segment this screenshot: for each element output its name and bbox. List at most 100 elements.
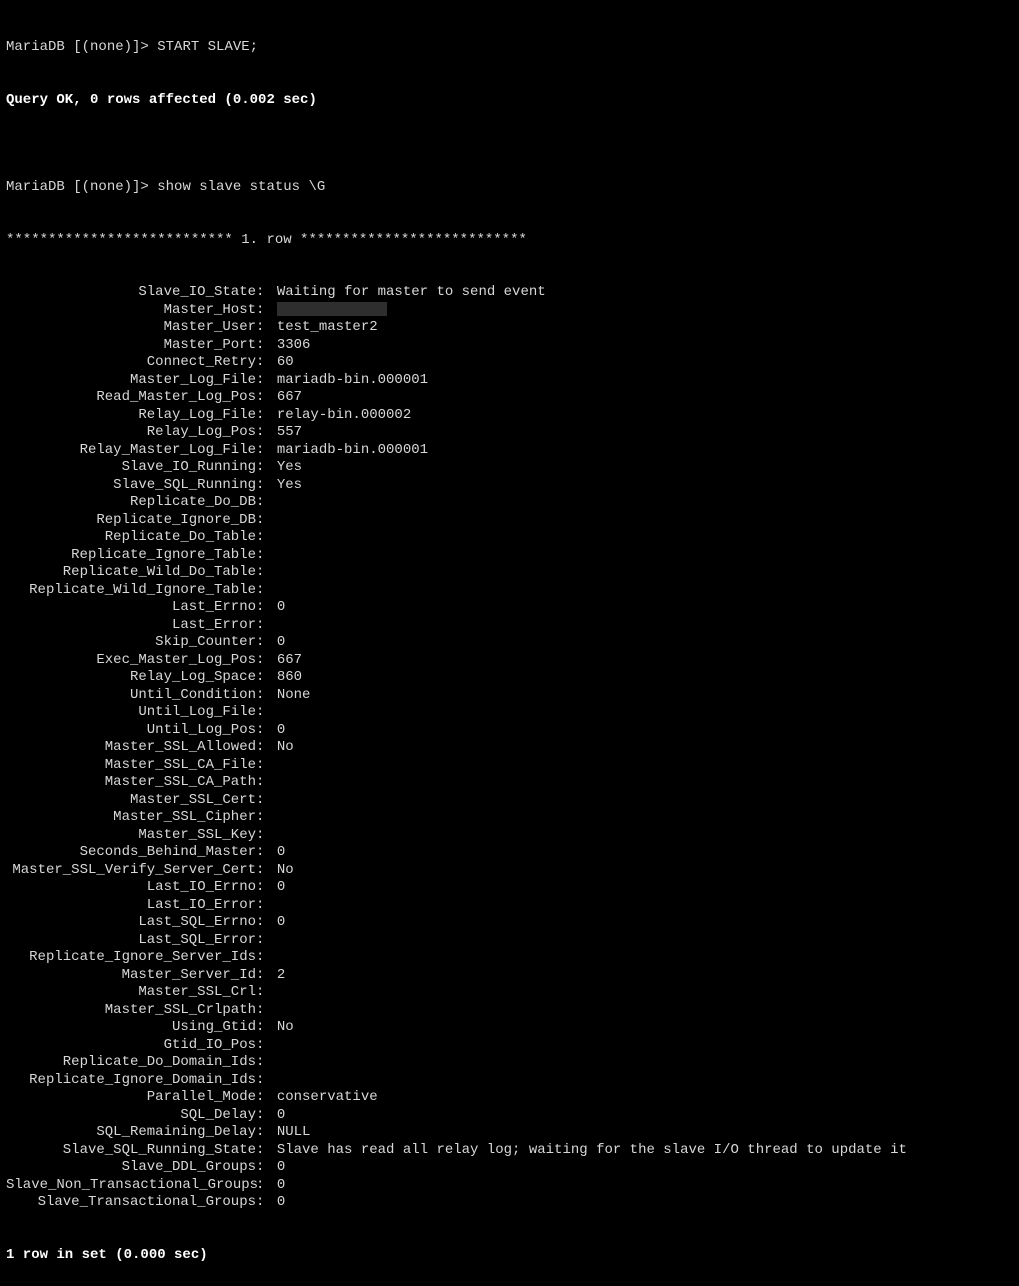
field-separator: : <box>256 512 277 530</box>
field-key: Replicate_Wild_Ignore_Table <box>6 582 256 600</box>
query-result-1: Query OK, 0 rows affected (0.002 sec) <box>6 92 1013 110</box>
field-key: Last_SQL_Error <box>6 932 256 950</box>
prompt-line-2: MariaDB [(none)]> show slave status \G <box>6 179 1013 197</box>
status-field-row: Last_IO_Errno: 0 <box>6 879 1013 897</box>
status-field-row: SQL_Remaining_Delay: NULL <box>6 1124 1013 1142</box>
field-value: test_master2 <box>277 319 378 337</box>
field-separator: : <box>256 372 277 390</box>
field-separator: : <box>256 547 277 565</box>
field-key: Relay_Log_Space <box>6 669 256 687</box>
field-key: Master_Port <box>6 337 256 355</box>
field-separator: : <box>256 757 277 775</box>
field-key: Connect_Retry <box>6 354 256 372</box>
field-key: Master_SSL_Crlpath <box>6 1002 256 1020</box>
field-value: No <box>277 1019 294 1037</box>
status-field-row: Master_SSL_Cipher: <box>6 809 1013 827</box>
field-key: Master_Server_Id <box>6 967 256 985</box>
status-field-row: Slave_SQL_Running: Yes <box>6 477 1013 495</box>
field-key: Master_User <box>6 319 256 337</box>
field-key: Replicate_Ignore_Domain_Ids <box>6 1072 256 1090</box>
field-separator: : <box>256 337 277 355</box>
field-separator: : <box>256 809 277 827</box>
field-key: Replicate_Do_Table <box>6 529 256 547</box>
status-field-row: Replicate_Ignore_Domain_Ids: <box>6 1072 1013 1090</box>
status-field-row: Master_Log_File: mariadb-bin.000001 <box>6 372 1013 390</box>
field-separator: : <box>256 1177 277 1195</box>
field-separator: : <box>256 932 277 950</box>
field-separator: : <box>256 319 277 337</box>
field-separator: : <box>256 844 277 862</box>
status-field-row: Replicate_Ignore_Server_Ids: <box>6 949 1013 967</box>
field-key: Slave_IO_State <box>6 284 256 302</box>
field-key: Replicate_Do_DB <box>6 494 256 512</box>
field-key: Slave_IO_Running <box>6 459 256 477</box>
field-key: Parallel_Mode <box>6 1089 256 1107</box>
field-value: 0 <box>277 1107 285 1125</box>
field-value: 60 <box>277 354 294 372</box>
field-separator: : <box>256 1194 277 1212</box>
field-value <box>277 302 387 320</box>
status-field-row: Until_Log_Pos: 0 <box>6 722 1013 740</box>
status-field-row: Skip_Counter: 0 <box>6 634 1013 652</box>
field-separator: : <box>256 967 277 985</box>
field-value: Yes <box>277 477 302 495</box>
field-separator: : <box>256 862 277 880</box>
field-key: Read_Master_Log_Pos <box>6 389 256 407</box>
field-separator: : <box>256 1089 277 1107</box>
status-field-row: Parallel_Mode: conservative <box>6 1089 1013 1107</box>
field-value: 0 <box>277 844 285 862</box>
field-separator: : <box>256 442 277 460</box>
field-value: 0 <box>277 1159 285 1177</box>
field-separator: : <box>256 582 277 600</box>
field-separator: : <box>256 1124 277 1142</box>
field-separator: : <box>256 1037 277 1055</box>
field-separator: : <box>256 827 277 845</box>
field-value: No <box>277 862 294 880</box>
status-field-row: Slave_DDL_Groups: 0 <box>6 1159 1013 1177</box>
status-field-row: Replicate_Do_Table: <box>6 529 1013 547</box>
field-value: None <box>277 687 311 705</box>
field-key: Relay_Log_Pos <box>6 424 256 442</box>
field-separator: : <box>256 704 277 722</box>
status-field-row: Replicate_Wild_Ignore_Table: <box>6 582 1013 600</box>
field-separator: : <box>256 302 277 320</box>
field-key: Last_SQL_Errno <box>6 914 256 932</box>
field-separator: : <box>256 722 277 740</box>
status-field-row: Replicate_Do_Domain_Ids: <box>6 1054 1013 1072</box>
status-field-row: Master_Port: 3306 <box>6 337 1013 355</box>
field-value: NULL <box>277 1124 311 1142</box>
field-value: 0 <box>277 1194 285 1212</box>
field-separator: : <box>256 739 277 757</box>
field-separator: : <box>256 354 277 372</box>
field-value: 0 <box>277 1177 285 1195</box>
field-value: 0 <box>277 914 285 932</box>
field-value: 3306 <box>277 337 311 355</box>
status-field-row: Slave_Transactional_Groups: 0 <box>6 1194 1013 1212</box>
field-value: mariadb-bin.000001 <box>277 372 428 390</box>
field-separator: : <box>256 424 277 442</box>
field-separator: : <box>256 652 277 670</box>
status-field-row: Replicate_Do_DB: <box>6 494 1013 512</box>
field-separator: : <box>256 914 277 932</box>
field-value: 0 <box>277 722 285 740</box>
terminal-output[interactable]: MariaDB [(none)]> START SLAVE; Query OK,… <box>0 0 1019 1286</box>
field-value: 557 <box>277 424 302 442</box>
status-field-row: Slave_Non_Transactional_Groups: 0 <box>6 1177 1013 1195</box>
status-field-row: Master_SSL_Key: <box>6 827 1013 845</box>
command-text: show slave status \G <box>157 179 325 195</box>
status-field-row: Master_SSL_Allowed: No <box>6 739 1013 757</box>
field-key: Replicate_Wild_Do_Table <box>6 564 256 582</box>
prompt-prefix: MariaDB [(none)]> <box>6 39 157 55</box>
field-value: conservative <box>277 1089 378 1107</box>
status-field-row: Master_SSL_Crlpath: <box>6 1002 1013 1020</box>
field-value: Yes <box>277 459 302 477</box>
field-value: relay-bin.000002 <box>277 407 411 425</box>
field-separator: : <box>256 1142 277 1160</box>
field-key: SQL_Delay <box>6 1107 256 1125</box>
field-key: SQL_Remaining_Delay <box>6 1124 256 1142</box>
field-key: Until_Condition <box>6 687 256 705</box>
field-separator: : <box>256 494 277 512</box>
field-key: Relay_Master_Log_File <box>6 442 256 460</box>
field-key: Slave_DDL_Groups <box>6 1159 256 1177</box>
field-key: Replicate_Do_Domain_Ids <box>6 1054 256 1072</box>
